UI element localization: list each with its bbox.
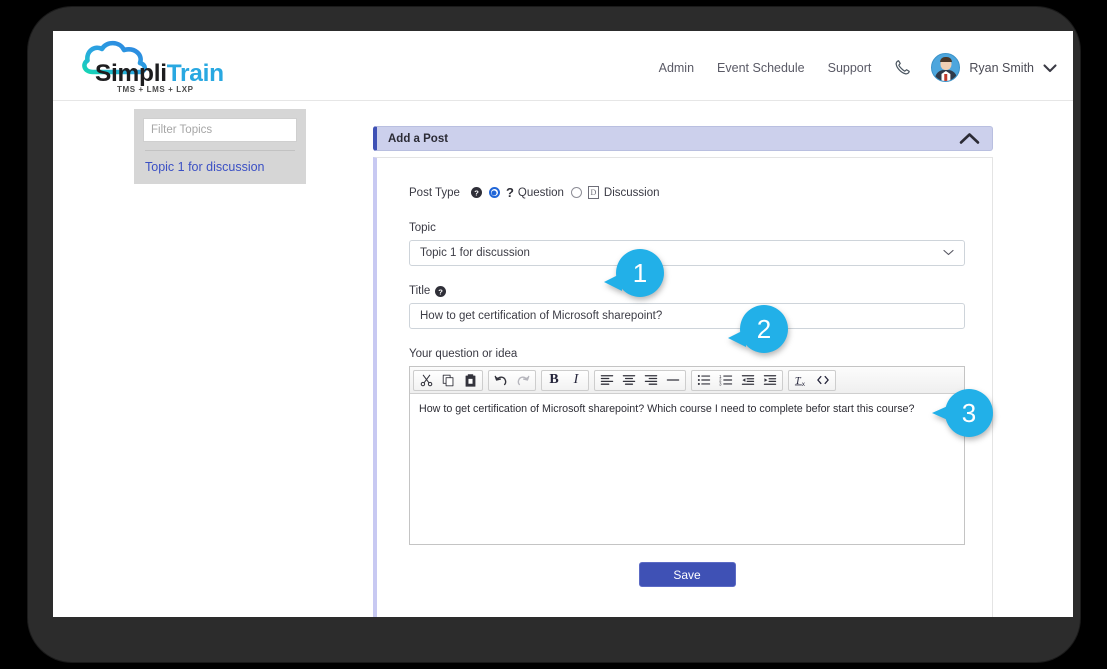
undo-icon[interactable] (490, 371, 512, 390)
user-name: Ryan Smith (969, 61, 1034, 75)
phone-icon[interactable] (894, 59, 911, 76)
align-right-icon[interactable] (640, 371, 662, 390)
numbered-list-icon[interactable]: 1 2 3 (715, 371, 737, 390)
nav-link-admin[interactable]: Admin (659, 61, 694, 75)
chevron-down-icon (943, 247, 954, 259)
form-actions: Save (409, 562, 965, 587)
callout-badge-1: 1 (616, 249, 664, 297)
toolbar-group-lists: 1 2 3 (691, 370, 783, 391)
topic-select-value: Topic 1 for discussion (420, 247, 530, 259)
topic-label-text: Topic (409, 222, 436, 234)
chevron-up-icon[interactable] (959, 132, 980, 145)
align-center-icon[interactable] (618, 371, 640, 390)
brand-name-part2: Train (167, 60, 224, 87)
title-input[interactable]: How to get certification of Microsoft sh… (409, 303, 965, 329)
brand-logo[interactable]: SimpliTrain TMS + LMS + LXP (68, 38, 273, 96)
nav-link-support[interactable]: Support (828, 61, 872, 75)
svg-text:?: ? (439, 287, 444, 296)
post-type-radio-discussion[interactable] (571, 187, 582, 198)
nav-link-event-schedule[interactable]: Event Schedule (717, 61, 805, 75)
post-type-radio-question[interactable] (489, 187, 500, 198)
callout-tail (728, 329, 746, 347)
device-frame: SimpliTrain TMS + LMS + LXP Admin Event … (28, 7, 1080, 662)
site-header: SimpliTrain TMS + LMS + LXP Admin Event … (53, 31, 1073, 101)
callout-number: 2 (757, 314, 771, 345)
main-navigation: Admin Event Schedule Support Ryan Smith (659, 53, 1057, 82)
toolbar-group-format: B I (541, 370, 589, 391)
source-code-icon[interactable] (812, 371, 834, 390)
question-glyph: ? (506, 185, 514, 200)
help-circle-icon[interactable]: ? (471, 187, 482, 198)
help-circle-icon[interactable]: ? (435, 286, 446, 297)
rich-text-editor: B I (409, 366, 965, 545)
svg-text:x: x (802, 382, 805, 387)
title-label-text: Title (409, 285, 430, 297)
paste-icon[interactable] (459, 371, 481, 390)
toolbar-group-tools: T x (788, 370, 836, 391)
italic-icon[interactable]: I (565, 371, 587, 390)
question-body-label: Your question or idea (409, 348, 960, 360)
callout-tail (932, 405, 950, 421)
indent-icon[interactable] (759, 371, 781, 390)
page-title: Add a Post (388, 133, 448, 145)
filter-topics-input[interactable] (143, 118, 297, 142)
brand-name-part1: Simpli (95, 60, 167, 87)
question-body-label-text: Your question or idea (409, 348, 517, 360)
browser-viewport: SimpliTrain TMS + LMS + LXP Admin Event … (53, 31, 1073, 617)
align-left-icon[interactable] (596, 371, 618, 390)
toolbar-group-align (594, 370, 686, 391)
callout-number: 1 (633, 258, 647, 289)
post-type-option-question-label[interactable]: Question (518, 187, 564, 199)
callout-badge-2: 2 (740, 305, 788, 353)
editor-toolbar: B I (410, 367, 964, 394)
bold-icon[interactable]: B (543, 371, 565, 390)
sidebar-divider (145, 150, 295, 151)
title-input-value: How to get certification of Microsoft sh… (420, 310, 662, 322)
topic-select[interactable]: Topic 1 for discussion (409, 240, 965, 266)
avatar[interactable] (931, 53, 960, 82)
add-post-panel-header[interactable]: Add a Post (373, 126, 993, 151)
post-type-label: Post Type (409, 187, 460, 199)
chevron-down-icon[interactable] (1043, 63, 1057, 73)
redo-icon[interactable] (512, 371, 534, 390)
add-post-panel: Add a Post Post Type ? (373, 126, 993, 617)
svg-text:3: 3 (719, 382, 722, 386)
outdent-icon[interactable] (737, 371, 759, 390)
copy-icon[interactable] (437, 371, 459, 390)
callout-tail (604, 273, 622, 291)
title-label: Title ? (409, 285, 960, 297)
horizontal-rule-icon[interactable] (662, 371, 684, 390)
toolbar-group-history (488, 370, 536, 391)
svg-text:?: ? (474, 188, 479, 197)
add-post-form: Post Type ? ? Question D Discussion (373, 157, 993, 617)
callout-number: 3 (962, 398, 976, 429)
callout-badge-3: 3 (945, 389, 993, 437)
brand-tagline: TMS + LMS + LXP (117, 85, 194, 94)
topics-sidebar: Topic 1 for discussion (134, 109, 306, 184)
post-type-row: Post Type ? ? Question D Discussion (409, 185, 960, 200)
remove-format-icon[interactable]: T x (790, 371, 812, 390)
bulleted-list-icon[interactable] (693, 371, 715, 390)
post-type-option-discussion-label[interactable]: Discussion (604, 187, 660, 199)
brand-wordmark: SimpliTrain (95, 60, 224, 88)
toolbar-group-clipboard (413, 370, 483, 391)
topic-label: Topic (409, 222, 960, 234)
cut-icon[interactable] (415, 371, 437, 390)
discussion-glyph: D (588, 186, 599, 199)
sidebar-item-topic-1[interactable]: Topic 1 for discussion (143, 160, 297, 174)
question-body-input[interactable]: How to get certification of Microsoft sh… (410, 394, 964, 544)
save-button[interactable]: Save (639, 562, 736, 587)
